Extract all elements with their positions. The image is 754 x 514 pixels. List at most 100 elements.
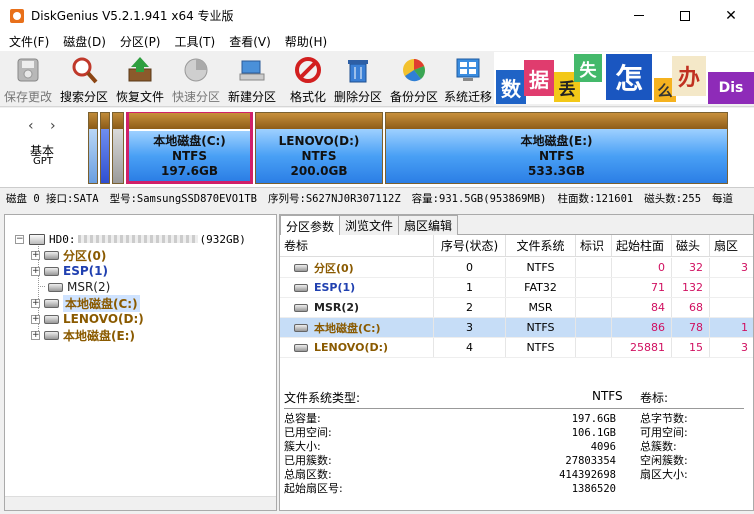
backup-partition-button[interactable]: 备份分区: [386, 52, 442, 105]
hard-disk-icon: [29, 233, 45, 245]
partition-fs: NTFS: [538, 148, 575, 163]
collapse-icon[interactable]: −: [15, 234, 24, 244]
partition-size: 200.0GB: [290, 163, 348, 178]
recover-files-button[interactable]: 恢复文件: [112, 52, 168, 105]
table-row[interactable]: 分区(0) 0 NTFS 0 32 3: [280, 258, 753, 278]
table-row-selected[interactable]: 本地磁盘(C:) 3 NTFS 86 78 1: [280, 318, 753, 338]
tree-root-hd0[interactable]: − HD0: (932GB): [15, 231, 246, 247]
tree-item-partition-0[interactable]: + 分区(0): [31, 247, 106, 263]
partition-block-c[interactable]: 本地磁盘(C:) NTFS 197.6GB: [126, 112, 253, 184]
tree-item-e-drive[interactable]: + 本地磁盘(E:): [31, 327, 135, 343]
disk-interface: 磁盘 0 接口:SATA: [6, 192, 99, 205]
partition-fs: NTFS: [301, 148, 337, 163]
tab-browse-files[interactable]: 浏览文件: [339, 215, 400, 235]
tree-item-c-drive[interactable]: + 本地磁盘(C:): [31, 294, 140, 312]
menu-bar: 文件(F) 磁盘(D) 分区(P) 工具(T) 查看(V) 帮助(H): [0, 31, 754, 51]
table-row[interactable]: ESP(1) 1 FAT32 71 132: [280, 278, 753, 298]
disk-serial: 序列号:S627NJ0R307112Z: [268, 192, 401, 205]
partition-size: 533.3GB: [528, 163, 585, 178]
close-icon: ✕: [725, 7, 737, 24]
partition-icon: [48, 282, 63, 292]
system-migrate-button[interactable]: 系统迁移: [440, 52, 496, 105]
partition-icon: [44, 298, 59, 308]
detail-value: 106.1GB: [571, 427, 616, 439]
partition-fs: NTFS: [171, 148, 208, 163]
partition-strip-msr[interactable]: [112, 112, 124, 184]
menu-file[interactable]: 文件(F): [4, 33, 54, 50]
table-row[interactable]: LENOVO(D:) 4 NTFS 25881 15 3: [280, 338, 753, 358]
format-button[interactable]: 格式化: [280, 52, 336, 105]
partition-strip-0[interactable]: [88, 112, 98, 184]
disk-nav-arrows-icon[interactable]: ‹ ›: [28, 118, 62, 134]
partition-icon: [44, 330, 59, 340]
menu-view[interactable]: 查看(V): [224, 33, 276, 50]
column-header[interactable]: 扇区: [710, 235, 753, 256]
new-partition-button[interactable]: 新建分区: [224, 52, 280, 105]
disk-sectors: 每道: [712, 192, 734, 205]
partition-name: 本地磁盘(E:): [520, 133, 593, 148]
maximize-button[interactable]: [662, 0, 708, 31]
detail-value: 27803354: [565, 455, 616, 467]
partition-strip-esp[interactable]: [100, 112, 110, 184]
expand-icon[interactable]: +: [31, 314, 40, 324]
tab-partition-params[interactable]: 分区参数: [280, 215, 341, 236]
partition-icon: [294, 263, 308, 272]
title-bar: DiskGenius V5.2.1.941 x64 专业版 ✕: [0, 0, 754, 31]
expand-icon[interactable]: +: [31, 298, 40, 308]
promo-banner[interactable]: 数 据 丢 失 怎 么 办 Dis: [494, 52, 754, 104]
banner-tile: 办: [672, 56, 706, 96]
menu-disk[interactable]: 磁盘(D): [58, 33, 111, 50]
menu-tools[interactable]: 工具(T): [170, 33, 221, 50]
partition-block-d[interactable]: LENOVO(D:) NTFS 200.0GB: [255, 112, 383, 184]
recover-box-icon: [125, 55, 155, 85]
disk-capacity: 容量:931.5GB(953869MB): [411, 192, 547, 205]
disk-model: 型号:SamsungSSD870EVO1TB: [109, 192, 258, 205]
expand-icon[interactable]: +: [31, 266, 40, 276]
new-partition-icon: [237, 55, 267, 85]
system-migrate-icon: [453, 55, 483, 85]
volume-label: 卷标:: [640, 391, 669, 405]
close-button[interactable]: ✕: [708, 0, 754, 31]
tree-item-msr[interactable]: MSR(2): [44, 279, 110, 295]
column-header[interactable]: 卷标: [280, 235, 434, 256]
banner-tile: 数: [496, 70, 526, 104]
save-changes-button[interactable]: 保存更改: [0, 52, 56, 105]
delete-partition-button[interactable]: 删除分区: [330, 52, 386, 105]
expand-icon[interactable]: +: [31, 250, 40, 260]
detail-value: 414392698: [559, 469, 616, 481]
column-header[interactable]: 磁头: [672, 235, 710, 256]
tree-item-esp[interactable]: + ESP(1): [31, 263, 108, 279]
menu-partition[interactable]: 分区(P): [115, 33, 166, 50]
detail-label: 扇区大小:: [640, 468, 688, 481]
quick-partition-button[interactable]: 快速分区: [168, 52, 224, 105]
magnifier-icon: [69, 55, 99, 85]
column-header[interactable]: 序号(状态): [434, 235, 506, 256]
detail-label: 可用空间:: [640, 426, 688, 439]
diskgenius-logo-icon: [10, 8, 24, 23]
table-header: 卷标 序号(状态) 文件系统 标识 起始柱面 磁头 扇区: [280, 235, 753, 257]
window-title: DiskGenius V5.2.1.941 x64 专业版: [31, 9, 234, 23]
separator: [284, 408, 744, 409]
expand-icon[interactable]: +: [31, 330, 40, 340]
tab-sector-edit[interactable]: 扇区编辑: [398, 215, 459, 235]
column-header[interactable]: 标识: [576, 235, 612, 256]
banner-tile: 怎: [606, 54, 652, 100]
detail-value: 1386520: [571, 483, 616, 495]
column-header[interactable]: 起始柱面: [612, 235, 672, 256]
fs-type-label: 文件系统类型:: [284, 391, 361, 405]
disk-tree-panel: − HD0: (932GB) + 分区(0) + ESP(1) MSR(2) +…: [4, 214, 277, 511]
menu-help[interactable]: 帮助(H): [280, 33, 332, 50]
minimize-icon: [634, 15, 644, 16]
tree-horizontal-scrollbar[interactable]: [5, 496, 276, 510]
search-partition-button[interactable]: 搜索分区: [56, 52, 112, 105]
table-row[interactable]: MSR(2) 2 MSR 84 68: [280, 298, 753, 318]
partition-detail-panel: 分区参数 浏览文件 扇区编辑 卷标 序号(状态) 文件系统 标识 起始柱面 磁头…: [279, 214, 754, 511]
tree-item-d-drive[interactable]: + LENOVO(D:): [31, 311, 144, 327]
detail-label: 总字节数:: [640, 412, 688, 425]
minimize-button[interactable]: [616, 0, 662, 31]
banner-tile: 据: [524, 60, 554, 96]
tab-strip: 分区参数 浏览文件 扇区编辑: [280, 215, 753, 236]
column-header[interactable]: 文件系统: [506, 235, 576, 256]
detail-value: 197.6GB: [571, 413, 616, 425]
partition-block-e[interactable]: 本地磁盘(E:) NTFS 533.3GB: [385, 112, 728, 184]
